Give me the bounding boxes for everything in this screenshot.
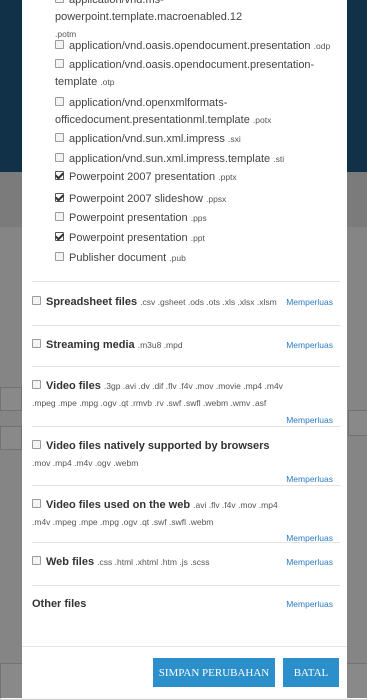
- divider: [32, 366, 340, 367]
- file-type-extension: .pub: [169, 253, 186, 263]
- expand-link[interactable]: Memperluas: [286, 294, 333, 311]
- checkbox-checked[interactable]: [55, 171, 64, 180]
- divider: [32, 485, 340, 486]
- group-label: Other files: [32, 598, 87, 610]
- file-type-extension: .otp: [100, 77, 115, 87]
- file-type-item[interactable]: application/vnd.ms-powerpoint.template.m…: [55, 0, 335, 43]
- file-type-item[interactable]: application/vnd.sun.xml.impress.template…: [55, 151, 335, 168]
- file-type-extension: .ppt: [190, 233, 205, 243]
- file-type-item[interactable]: Powerpoint 2007 slideshow .ppsx: [55, 191, 335, 208]
- file-type-label: Powerpoint 2007 slideshow: [69, 193, 203, 205]
- checkbox-checked[interactable]: [55, 193, 64, 202]
- file-type-label: Powerpoint 2007 presentation: [69, 171, 216, 183]
- checkbox-checked[interactable]: [55, 232, 64, 241]
- cancel-button[interactable]: BATAL: [283, 658, 339, 687]
- expand-link[interactable]: Memperluas: [286, 337, 333, 354]
- file-type-extension: .sti: [273, 154, 285, 164]
- file-type-item[interactable]: Powerpoint presentation .pps: [55, 210, 335, 227]
- group-label: Spreadsheet files: [46, 296, 138, 308]
- file-type-group[interactable]: Web files .css .html .xhtml .htm .js .sc…: [32, 554, 340, 571]
- file-type-label: application/vnd.sun.xml.impress: [69, 133, 225, 145]
- expand-link[interactable]: Memperluas: [286, 530, 333, 547]
- checkbox[interactable]: [55, 153, 64, 162]
- checkbox[interactable]: [32, 499, 41, 508]
- group-extensions: .mov .mp4 .m4v .ogv .webm: [32, 458, 139, 468]
- file-type-group[interactable]: Video files .3gp .avi .dv .dif .flv .f4v…: [32, 378, 340, 425]
- divider: [32, 325, 340, 326]
- file-type-item[interactable]: Powerpoint 2007 presentation .pptx: [55, 169, 335, 186]
- footer-divider: [22, 646, 347, 647]
- file-type-group[interactable]: Spreadsheet files .csv .gsheet .ods .ots…: [32, 294, 340, 311]
- file-type-item[interactable]: application/vnd.oasis.opendocument.prese…: [55, 38, 335, 55]
- file-type-group[interactable]: Video files used on the web .avi .flv .f…: [32, 497, 340, 543]
- expand-link[interactable]: Memperluas: [286, 596, 333, 613]
- file-type-item[interactable]: application/vnd.openxmlformats-officedoc…: [55, 95, 335, 129]
- checkbox[interactable]: [55, 252, 64, 261]
- checkbox[interactable]: [55, 212, 64, 221]
- group-label: Web files: [46, 556, 95, 568]
- group-extensions: .m3u8 .mpd: [137, 340, 183, 350]
- divider: [32, 542, 340, 543]
- file-type-extension: .potx: [252, 115, 272, 125]
- group-label: Streaming media: [46, 339, 135, 351]
- file-type-label: Powerpoint presentation: [69, 232, 188, 244]
- file-type-label: Publisher document: [69, 252, 167, 264]
- checkbox[interactable]: [55, 97, 64, 106]
- group-label: Video files used on the web: [46, 499, 191, 511]
- checkbox[interactable]: [32, 339, 41, 348]
- file-type-extension: .sxi: [227, 134, 241, 144]
- expand-link[interactable]: Memperluas: [286, 554, 333, 571]
- file-type-label: application/vnd.oasis.opendocument.prese…: [55, 59, 315, 88]
- file-type-item[interactable]: Powerpoint presentation .ppt: [55, 230, 335, 247]
- checkbox[interactable]: [32, 380, 41, 389]
- group-label: Video files natively supported by browse…: [46, 440, 270, 452]
- file-type-item[interactable]: Publisher document .pub: [55, 250, 335, 267]
- file-type-label: application/vnd.oasis.opendocument.prese…: [69, 40, 311, 52]
- group-extensions: .csv .gsheet .ods .ots .xls .xlsx .xlsm: [140, 297, 277, 307]
- divider: [32, 281, 340, 282]
- checkbox[interactable]: [55, 133, 64, 142]
- file-type-label: application/vnd.ms-powerpoint.template.m…: [55, 0, 243, 23]
- checkbox[interactable]: [32, 440, 41, 449]
- checkbox[interactable]: [32, 556, 41, 565]
- group-extensions: .css .html .xhtml .htm .js .scss: [97, 557, 210, 567]
- file-type-group[interactable]: Streaming media .m3u8 .mpd Memperluas: [32, 337, 340, 354]
- divider: [32, 585, 340, 586]
- file-type-extension: .pptx: [218, 172, 237, 182]
- checkbox[interactable]: [55, 59, 64, 68]
- save-changes-button[interactable]: SIMPAN PERUBAHAN: [153, 658, 275, 687]
- file-type-label: Powerpoint presentation: [69, 212, 188, 224]
- divider: [32, 426, 340, 427]
- file-type-extension: .pps: [190, 213, 207, 223]
- other-files-group[interactable]: Other files Memperluas: [32, 596, 340, 613]
- checkbox[interactable]: [55, 40, 64, 49]
- group-label: Video files: [46, 380, 101, 392]
- file-type-item[interactable]: application/vnd.sun.xml.impress .sxi: [55, 131, 335, 148]
- file-type-group[interactable]: Video files natively supported by browse…: [32, 438, 340, 484]
- file-type-label: application/vnd.sun.xml.impress.template: [69, 153, 271, 165]
- checkbox[interactable]: [32, 296, 41, 305]
- file-type-extension: .ppsx: [205, 194, 227, 204]
- file-types-modal: application/vnd.ms-powerpoint.template.m…: [22, 0, 347, 698]
- file-type-extension: .odp: [313, 41, 331, 51]
- checkbox[interactable]: [55, 0, 64, 3]
- file-type-label: application/vnd.openxmlformats-officedoc…: [55, 97, 250, 126]
- file-type-item[interactable]: application/vnd.oasis.opendocument.prese…: [55, 57, 335, 91]
